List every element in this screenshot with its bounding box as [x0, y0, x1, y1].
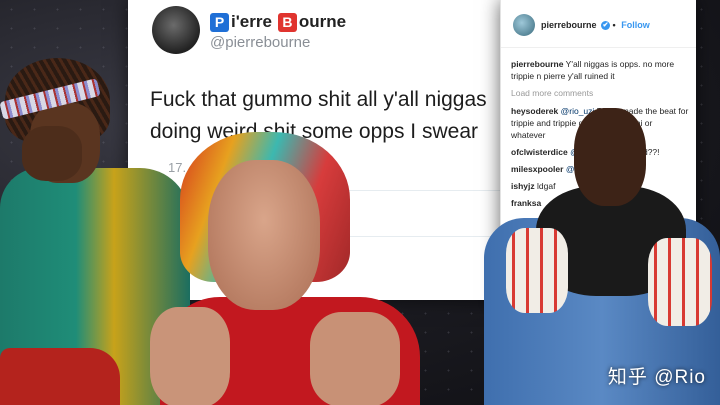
- center-figure-image: [150, 132, 450, 405]
- tweet-name-part: ourne: [298, 12, 347, 31]
- letter-p-icon: P: [210, 12, 229, 32]
- verified-icon: ✔: [601, 21, 611, 31]
- letter-b-icon: B: [277, 12, 297, 32]
- instagram-avatar[interactable]: [513, 14, 535, 36]
- watermark: 知乎 @Rio: [607, 367, 706, 388]
- hand-shape: [22, 126, 82, 181]
- right-figure-image: [478, 108, 720, 405]
- tweet-display-name: P i'erre B ourne: [210, 12, 346, 32]
- red-shape: [0, 348, 120, 405]
- instagram-header: pierrebourne ✔ • Follow: [501, 0, 696, 48]
- glove-shape: [648, 238, 712, 326]
- tweet-handle: @pierrebourne: [210, 34, 311, 51]
- load-more-comments-link[interactable]: Load more comments: [511, 87, 689, 99]
- hand-shape: [310, 312, 400, 405]
- follow-button[interactable]: Follow: [621, 20, 650, 30]
- tweet-avatar: [152, 6, 200, 54]
- caption: pierrebourne Y'all niggas is opps. no mo…: [511, 58, 689, 82]
- instagram-username[interactable]: pierrebourne: [541, 20, 597, 30]
- separator-dot: •: [612, 20, 616, 30]
- face-shape: [574, 108, 646, 206]
- hand-shape: [150, 307, 230, 405]
- glove-shape: [506, 228, 568, 313]
- face-shape: [208, 160, 320, 310]
- tweet-name-part: i'erre: [231, 12, 272, 31]
- caption-user[interactable]: pierrebourne: [511, 59, 563, 69]
- instagram-username-row: pierrebourne ✔ • Follow: [541, 20, 650, 31]
